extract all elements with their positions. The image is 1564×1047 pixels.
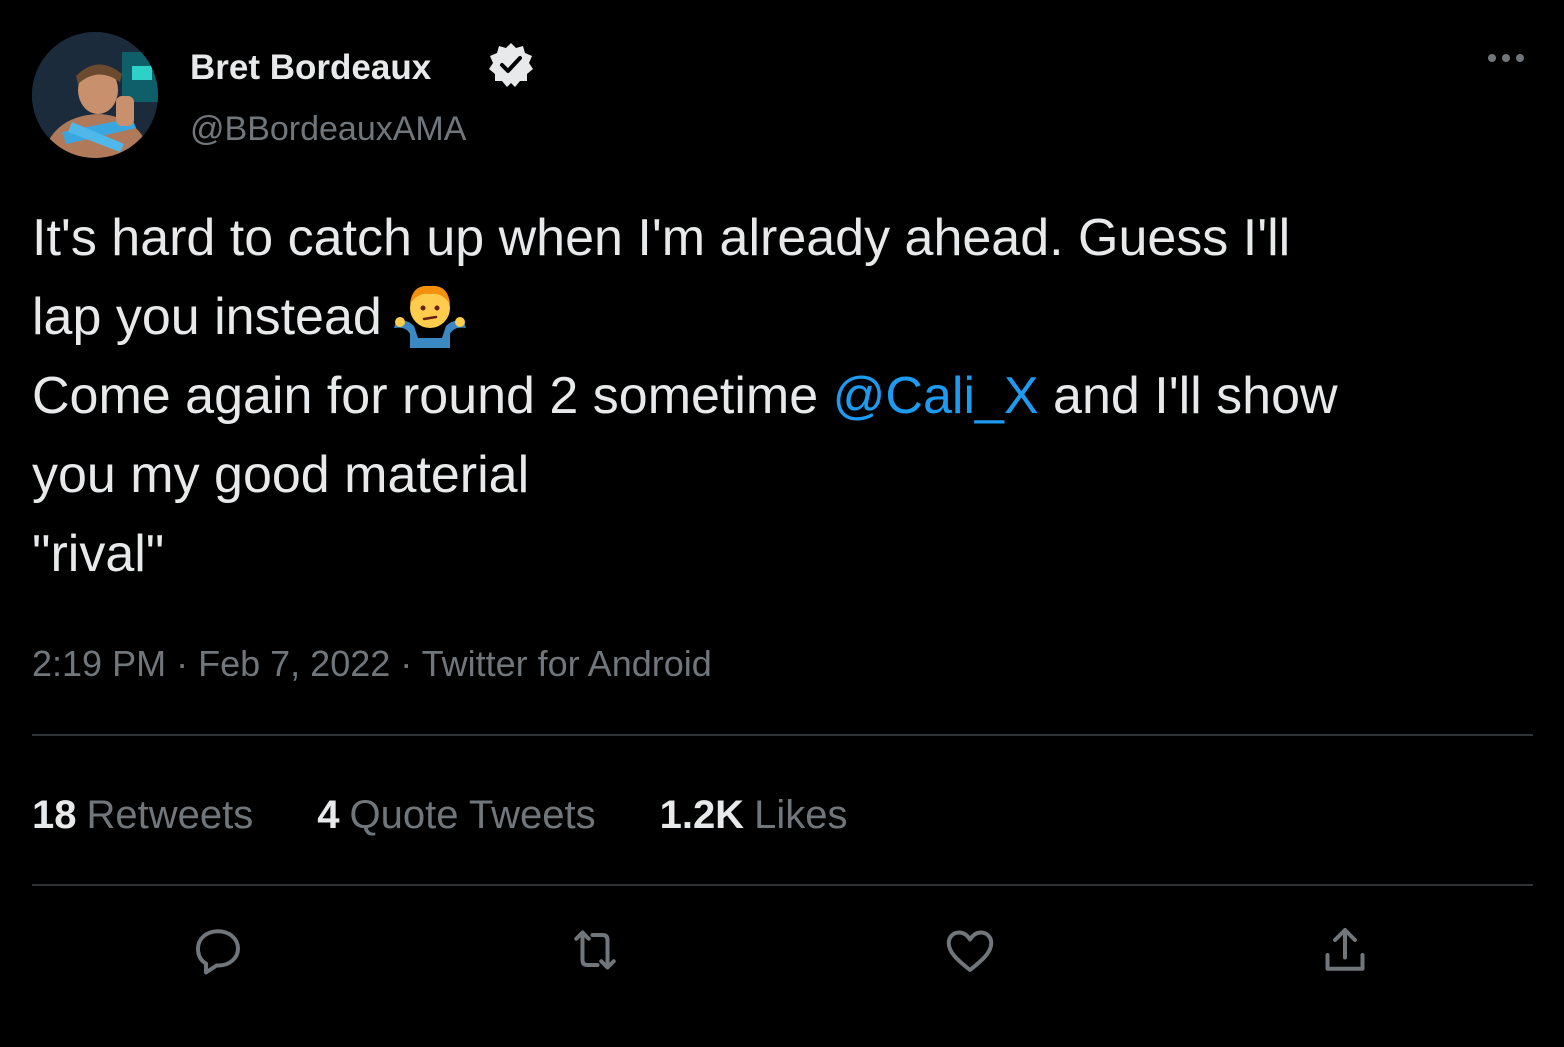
tweet-line: Come again for round 2 sometime @Cali_X … bbox=[32, 357, 1537, 436]
avatar[interactable] bbox=[32, 32, 158, 158]
tweet-line-text: lap you instead bbox=[32, 288, 382, 346]
quote-tweets-count: 4 bbox=[317, 793, 340, 837]
tweet-line-text: Come again for round 2 sometime bbox=[32, 367, 833, 425]
verified-badge-icon bbox=[486, 40, 536, 90]
quote-tweets-stat[interactable]: 4 Quote Tweets bbox=[317, 793, 595, 838]
likes-label: Likes bbox=[754, 793, 848, 837]
tweet-time[interactable]: 2:19 PM bbox=[32, 643, 166, 684]
quote-tweets-label: Quote Tweets bbox=[349, 793, 596, 837]
reply-icon[interactable] bbox=[188, 920, 248, 980]
likes-stat[interactable]: 1.2K Likes bbox=[660, 793, 848, 838]
meta-separator: · bbox=[400, 643, 413, 684]
divider bbox=[32, 884, 1533, 886]
tweet-source[interactable]: Twitter for Android bbox=[422, 643, 712, 684]
mention-link[interactable]: @Cali_X bbox=[833, 367, 1039, 425]
share-icon[interactable] bbox=[1315, 920, 1375, 980]
tweet-line: lap you instead bbox=[32, 278, 1537, 357]
retweets-count: 18 bbox=[32, 793, 77, 837]
tweet-line-text: and I'll show bbox=[1038, 367, 1338, 425]
tweet-line: It's hard to catch up when I'm already a… bbox=[32, 209, 1291, 267]
retweet-icon[interactable] bbox=[565, 920, 625, 980]
author-name[interactable]: Bret Bordeaux bbox=[190, 48, 431, 88]
retweets-stat[interactable]: 18 Retweets bbox=[32, 793, 253, 838]
tweet-line: you my good material bbox=[32, 446, 530, 504]
tweet-meta: 2:19 PM · Feb 7, 2022 · Twitter for Andr… bbox=[32, 643, 712, 685]
meta-separator: · bbox=[176, 643, 189, 684]
likes-count: 1.2K bbox=[659, 793, 745, 837]
tweet-text: It's hard to catch up when I'm already a… bbox=[32, 199, 1537, 594]
retweets-label: Retweets bbox=[86, 793, 254, 837]
tweet-date[interactable]: Feb 7, 2022 bbox=[198, 643, 390, 684]
like-icon[interactable] bbox=[940, 920, 1000, 980]
person-shrugging-emoji bbox=[392, 278, 468, 348]
more-horizontal-icon[interactable] bbox=[1478, 40, 1534, 76]
tweet-stats: 18 Retweets 4 Quote Tweets 1.2K Likes bbox=[32, 793, 911, 838]
author-handle[interactable]: @BBordeauxAMA bbox=[190, 110, 466, 149]
tweet-line: "rival" bbox=[32, 525, 165, 583]
divider bbox=[32, 734, 1533, 736]
